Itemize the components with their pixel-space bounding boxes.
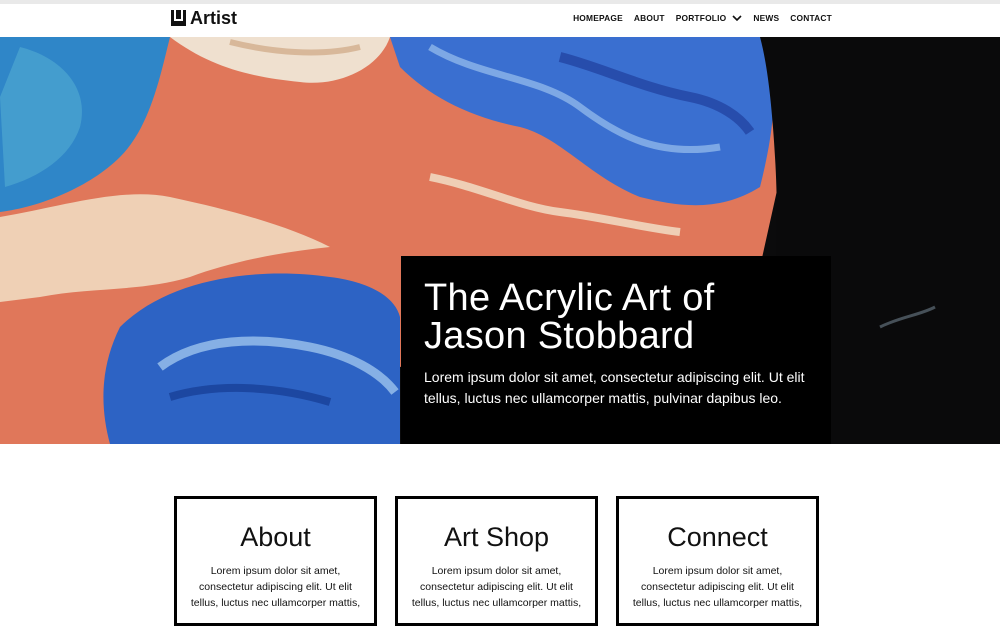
nav-homepage[interactable]: HOMEPAGE xyxy=(573,13,623,23)
top-strip xyxy=(0,0,1000,4)
card-about[interactable]: About Lorem ipsum dolor sit amet, consec… xyxy=(174,496,377,626)
hero-title: The Acrylic Art of Jason Stobbard xyxy=(424,277,715,357)
logo-icon xyxy=(171,10,186,26)
card-title: About xyxy=(240,522,311,552)
main-nav: HOMEPAGE ABOUT PORTFOLIO NEWS CONTACT xyxy=(562,13,832,23)
nav-contact[interactable]: CONTACT xyxy=(790,13,832,23)
card-connect[interactable]: Connect Lorem ipsum dolor sit amet, cons… xyxy=(616,496,819,626)
nav-portfolio[interactable]: PORTFOLIO xyxy=(676,13,743,23)
nav-about[interactable]: ABOUT xyxy=(634,13,665,23)
card-text: Lorem ipsum dolor sit amet, consectetur … xyxy=(190,565,361,609)
card-title: Art Shop xyxy=(443,522,550,552)
card-text: Lorem ipsum dolor sit amet, consectetur … xyxy=(411,565,582,609)
site-header: Artist HOMEPAGE ABOUT PORTFOLIO NEWS CON… xyxy=(0,0,1000,37)
card-art-shop[interactable]: Art Shop Lorem ipsum dolor sit amet, con… xyxy=(395,496,598,626)
card-title: Connect xyxy=(667,522,768,552)
hero-section: The Acrylic Art of Jason Stobbard Lorem … xyxy=(0,37,1000,444)
chevron-down-icon xyxy=(732,15,742,21)
hero-description: Lorem ipsum dolor sit amet, consectetur … xyxy=(424,369,805,406)
logo[interactable]: Artist xyxy=(171,9,237,27)
nav-portfolio-label: PORTFOLIO xyxy=(675,13,727,23)
hero-text-box: The Acrylic Art of Jason Stobbard Lorem … xyxy=(401,256,831,444)
card-text: Lorem ipsum dolor sit amet, consectetur … xyxy=(632,565,803,609)
nav-news[interactable]: NEWS xyxy=(753,13,779,23)
logo-text: Artist xyxy=(190,8,238,28)
